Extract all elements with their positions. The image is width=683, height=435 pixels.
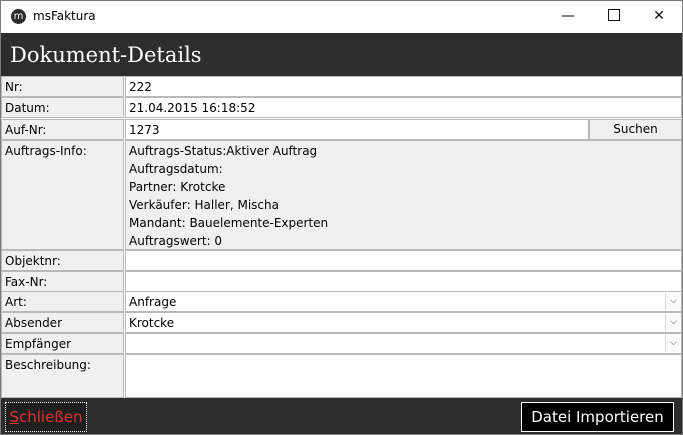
row-datum: Datum: 21.04.2015 16:18:52 (1, 97, 682, 118)
close-button[interactable]: Schließen (5, 402, 87, 432)
empfaenger-select[interactable]: ⌵ (125, 333, 682, 354)
close-window-button[interactable]: ✕ (636, 1, 682, 32)
auftragsdatum-text: Auftragsdatum: (129, 162, 223, 176)
close-label: chließen (19, 408, 83, 426)
auf-nr-field[interactable]: 1273 (125, 119, 589, 140)
import-file-button[interactable]: Datei Importieren (521, 402, 674, 432)
auf-nr-label: Auf-Nr: (1, 119, 124, 140)
page-title: Dokument-Details (10, 43, 202, 67)
close-mnemonic: S (9, 408, 19, 426)
app-logo-icon: m (11, 9, 26, 24)
auftrags-info-label: Auftrags-Info: (1, 140, 124, 250)
window-title: msFaktura (33, 9, 96, 23)
auftrags-info-panel: Auftrags-Status:Aktiver Auftrag Auftrags… (125, 140, 682, 250)
row-objektnr: Objektnr: (1, 250, 682, 271)
beschreibung-field[interactable] (125, 354, 682, 398)
verkaeufer-text: Verkäufer: Haller, Mischa (129, 198, 279, 212)
beschreibung-label: Beschreibung: (1, 354, 124, 398)
objektnr-label: Objektnr: (1, 250, 124, 271)
partner-text: Partner: Krotcke (129, 180, 226, 194)
minimize-button[interactable]: — (545, 1, 591, 32)
row-beschreibung: Beschreibung: (1, 354, 682, 398)
row-fax-nr: Fax-Nr: (1, 271, 682, 292)
chevron-down-icon[interactable]: ⌵ (665, 335, 681, 352)
row-auf-nr: Auf-Nr: 1273 Suchen (1, 119, 682, 140)
datum-field[interactable]: 21.04.2015 16:18:52 (125, 97, 682, 118)
row-auftrags-info: Auftrags-Info: Auftrags-Status:Aktiver A… (1, 140, 682, 250)
absender-select[interactable]: Krotcke ⌵ (125, 312, 682, 333)
app-window: m msFaktura — ✕ Dokument-Details Nr: 222… (0, 0, 683, 435)
fax-nr-label: Fax-Nr: (1, 271, 124, 292)
close-icon: ✕ (653, 8, 665, 24)
art-select[interactable]: Anfrage ⌵ (125, 291, 682, 312)
fax-nr-field[interactable] (125, 271, 682, 292)
row-art: Art: Anfrage ⌵ (1, 291, 682, 312)
absender-selected-value: Krotcke (129, 316, 175, 330)
maximize-icon (608, 9, 620, 21)
chevron-down-icon[interactable]: ⌵ (665, 293, 681, 310)
row-absender: Absender Krotcke ⌵ (1, 312, 682, 333)
auftragswert-text: Auftragswert: 0 (129, 234, 223, 248)
nr-label: Nr: (1, 76, 124, 97)
objektnr-field[interactable] (125, 250, 682, 271)
row-nr: Nr: 222 (1, 76, 682, 97)
art-label: Art: (1, 291, 124, 312)
page-header: Dokument-Details (1, 33, 682, 76)
nr-field[interactable]: 222 (125, 76, 682, 97)
document-details-form: Nr: 222 Datum: 21.04.2015 16:18:52 Auf-N… (1, 76, 682, 398)
mandant-text: Mandant: Bauelemente-Experten (129, 216, 329, 230)
empfaenger-label: Empfänger (1, 333, 124, 354)
auftrags-status-text: Auftrags-Status:Aktiver Auftrag (129, 144, 318, 158)
datum-label: Datum: (1, 97, 124, 118)
title-bar: m msFaktura — ✕ (1, 1, 682, 32)
absender-label: Absender (1, 312, 124, 333)
chevron-down-icon[interactable]: ⌵ (665, 314, 681, 331)
maximize-button[interactable] (591, 1, 637, 32)
minimize-icon: — (561, 8, 575, 24)
row-empfaenger: Empfänger ⌵ (1, 333, 682, 354)
art-selected-value: Anfrage (129, 295, 177, 309)
footer-bar: Schließen Datei Importieren (1, 398, 682, 434)
search-button[interactable]: Suchen (589, 119, 682, 140)
